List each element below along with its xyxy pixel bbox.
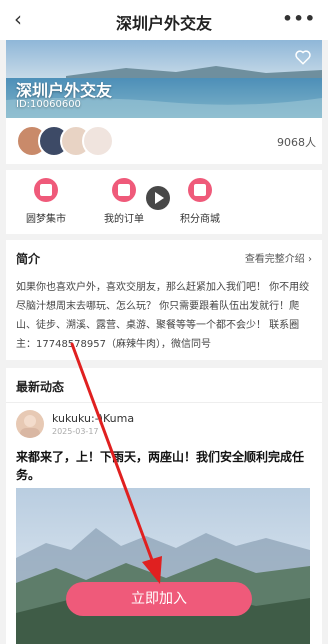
store-icon [188, 178, 212, 202]
view-full-intro-label: 查看完整介绍 [244, 254, 305, 265]
join-button[interactable]: 立即加入 [66, 582, 252, 616]
more-options-icon[interactable]: ••• [282, 9, 316, 28]
post-photo[interactable] [16, 488, 310, 644]
intro-text: 如果你也喜欢户外，喜欢交朋友，那么赶紧加入我们吧！ 你不用绞尽脑汁想周末去哪玩、… [16, 282, 310, 350]
quick-action-market[interactable]: 圆梦集市 [6, 178, 86, 225]
banner-group-name: 深圳户外交友 [16, 81, 113, 100]
view-full-intro-link[interactable]: 查看完整介绍 › [245, 250, 312, 265]
banner-group-id: ID:10060600 [16, 99, 81, 110]
quick-action-points-store[interactable]: 积分商城 [160, 178, 240, 225]
feed-heading: 最新动态 [16, 380, 65, 394]
post-text[interactable]: 来都来了，上！下雨天，两座山！我们安全顺利完成任务。 [16, 448, 312, 484]
shop-icon [34, 178, 58, 202]
chevron-right-icon: › [308, 254, 312, 265]
page-title: 深圳户外交友 [115, 14, 212, 33]
quick-action-label: 积分商城 [180, 214, 220, 225]
post-author-avatar[interactable] [16, 410, 44, 438]
post-date: 2025-03-17 [52, 427, 99, 436]
quick-action-label: 我的订单 [104, 214, 144, 225]
order-icon [112, 178, 136, 202]
group-banner: 深圳户外交友 ID:10060600 [6, 40, 322, 118]
divider [6, 402, 322, 403]
post-author-name[interactable]: kukuku:-)Kuma [52, 412, 134, 425]
member-avatar [82, 125, 114, 157]
quick-action-label: 圆梦集市 [26, 214, 66, 225]
group-intro-section: 简介 查看完整介绍 › 如果你也喜欢户外，喜欢交朋友，那么赶紧加入我们吧！ 你不… [6, 240, 322, 360]
member-avatars-row[interactable]: 9068人 [6, 118, 322, 164]
member-count: 9068人 [277, 136, 316, 149]
play-video-icon[interactable] [146, 186, 170, 210]
intro-heading: 简介 [16, 252, 41, 266]
favorite-heart-icon[interactable] [294, 48, 312, 66]
top-nav-bar: ‹ 深圳户外交友 ••• [0, 0, 328, 40]
